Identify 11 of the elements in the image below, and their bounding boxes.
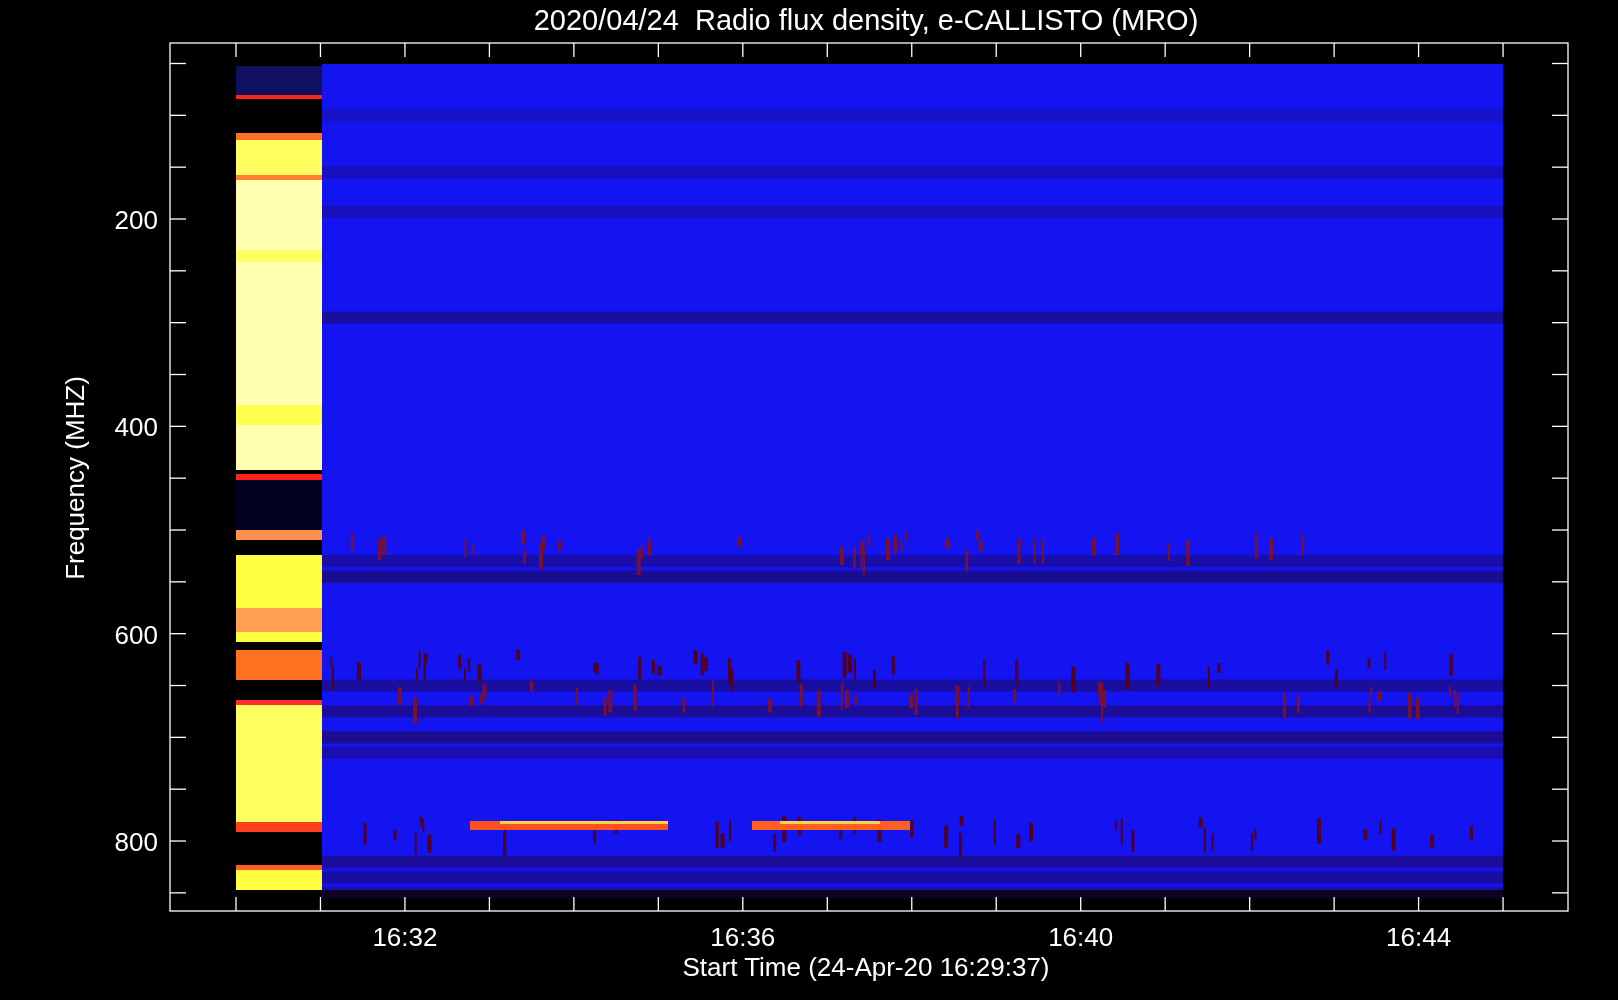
- y-tick-label: 600: [114, 619, 158, 650]
- y-tick-label: 400: [114, 412, 158, 443]
- y-tick-label: 800: [114, 827, 158, 857]
- x-tick-label: 16:32: [372, 922, 438, 952]
- x-tick-label: 16:40: [1048, 922, 1114, 952]
- x-tick-label: 16:36: [710, 922, 776, 952]
- x-axis-label: Start Time (24-Apr-20 16:29:37): [682, 952, 1050, 982]
- y-axis-label: Frequency (MHZ): [60, 376, 90, 580]
- y-tick-label: 200: [114, 205, 158, 235]
- x-tick-label: 16:44: [1386, 922, 1452, 952]
- chart-title: 2020/04/24 Radio flux density, e-CALLISTO (MRO): [533, 4, 1199, 36]
